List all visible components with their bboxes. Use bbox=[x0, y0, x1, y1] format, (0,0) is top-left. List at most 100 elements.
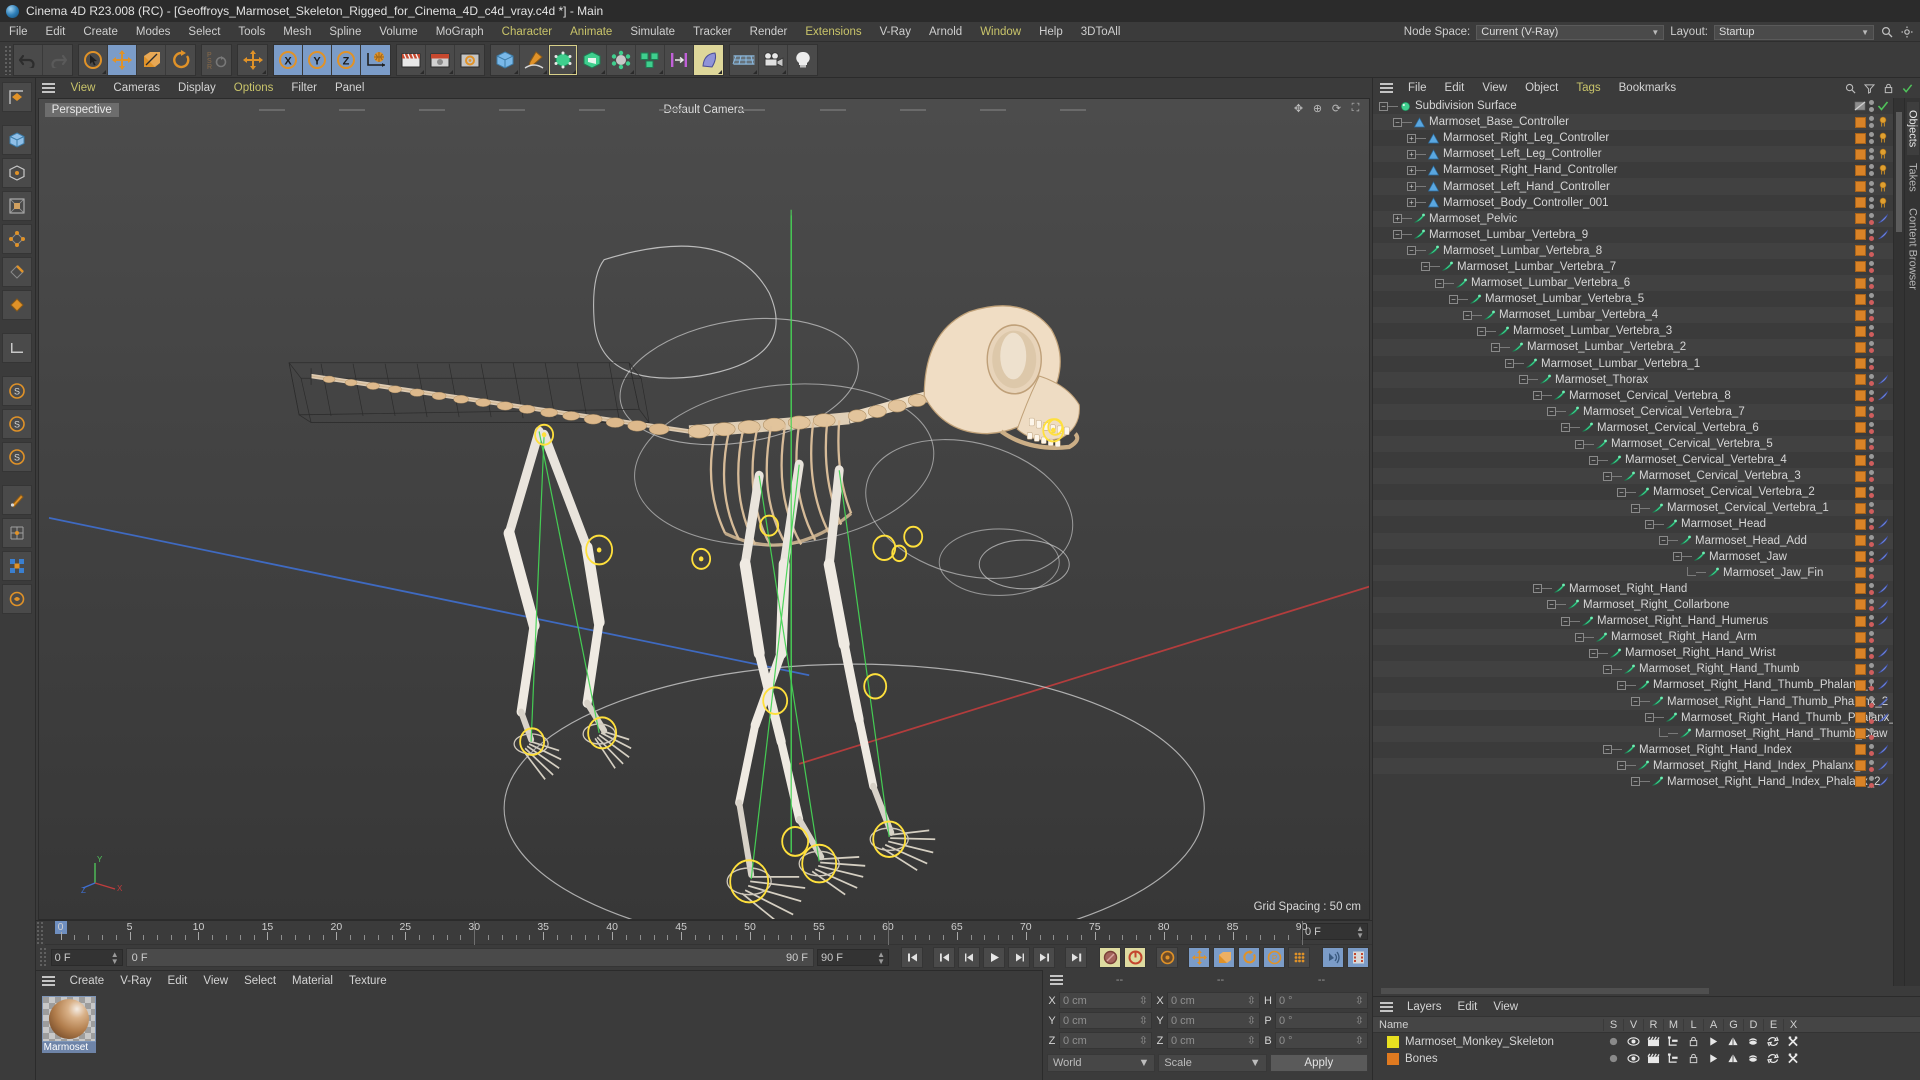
current-frame-field[interactable]: 0 F ▲ ▼ bbox=[1301, 923, 1368, 940]
editor-visibility-dot[interactable] bbox=[1869, 341, 1875, 347]
joint-tag-icon[interactable] bbox=[1877, 696, 1889, 708]
layer-color-swatch[interactable] bbox=[1855, 679, 1867, 691]
expressions-icon[interactable] bbox=[1763, 1053, 1783, 1064]
tab-content-browser[interactable]: Content Browser bbox=[1907, 200, 1919, 298]
render-visibility-dot[interactable] bbox=[1869, 493, 1875, 499]
expand-toggle[interactable]: + bbox=[1407, 198, 1416, 208]
spinner-icon[interactable]: ⇳ bbox=[1139, 1034, 1148, 1047]
layer-color-swatch[interactable] bbox=[1855, 325, 1867, 337]
layer-color-swatch[interactable] bbox=[1855, 486, 1867, 498]
no-tag[interactable] bbox=[1877, 728, 1889, 740]
editor-visibility-dot[interactable] bbox=[1869, 325, 1875, 331]
menu-item-volume[interactable]: Volume bbox=[370, 26, 426, 38]
menu-item-view[interactable]: View bbox=[62, 82, 105, 94]
render-visibility-dot[interactable] bbox=[1869, 428, 1875, 434]
render-visibility-dot[interactable] bbox=[1869, 573, 1875, 579]
object-tree-hscrollbar[interactable] bbox=[1373, 986, 1920, 996]
object-name-label[interactable]: Marmoset_Right_Collarbone bbox=[1583, 599, 1729, 611]
visibility-dots[interactable] bbox=[1869, 598, 1875, 611]
lock-icon[interactable] bbox=[1683, 1053, 1703, 1064]
expand-toggle[interactable]: + bbox=[1407, 133, 1416, 143]
menu-item-options[interactable]: Options bbox=[225, 82, 283, 94]
layer-color-swatch[interactable] bbox=[1855, 213, 1867, 225]
check-icon[interactable] bbox=[1900, 81, 1914, 95]
object-tree-row[interactable]: − Marmoset_Right_Hand_Thumb_Phalanx_1 bbox=[1373, 677, 1893, 693]
move-tool-button[interactable] bbox=[108, 44, 137, 75]
object-tree-row[interactable]: − Marmoset_Right_Hand_Thumb bbox=[1373, 661, 1894, 678]
object-name-label[interactable]: Marmoset_Right_Hand_Thumb bbox=[1639, 663, 1799, 675]
viewport-solo-button[interactable] bbox=[2, 551, 33, 581]
editor-visibility-dot[interactable] bbox=[1869, 228, 1875, 234]
visibility-dots[interactable] bbox=[1869, 631, 1875, 644]
object-name-label[interactable]: Marmoset_Pelvic bbox=[1429, 213, 1517, 225]
layer-color-swatch[interactable] bbox=[1855, 132, 1867, 144]
joint-tag-icon[interactable] bbox=[1877, 776, 1889, 788]
render-visibility-dot[interactable] bbox=[1869, 412, 1875, 418]
render-visibility-dot[interactable] bbox=[1869, 139, 1875, 145]
collapse-toggle[interactable]: − bbox=[1589, 455, 1598, 465]
record-rotation-button[interactable] bbox=[1238, 947, 1260, 968]
collapse-toggle[interactable]: − bbox=[1631, 777, 1640, 787]
menu-item-v-ray[interactable]: V-Ray bbox=[871, 26, 920, 38]
visibility-eye-icon[interactable] bbox=[1623, 1036, 1643, 1047]
menu-item-simulate[interactable]: Simulate bbox=[621, 26, 684, 38]
rotation-b-input[interactable]: 0 ° ⇳ bbox=[1275, 1032, 1368, 1049]
editor-visibility-dot[interactable] bbox=[1869, 759, 1875, 765]
filter-icon[interactable] bbox=[1862, 81, 1876, 95]
no-tag[interactable] bbox=[1877, 293, 1889, 305]
object-tree-row[interactable]: − Marmoset_Cervical_Vertebra_8 bbox=[1373, 388, 1893, 404]
layer-color-swatch[interactable] bbox=[1855, 551, 1867, 563]
menu-item-create[interactable]: Create bbox=[74, 26, 127, 38]
no-tag[interactable] bbox=[1877, 486, 1889, 498]
joint-tag-icon[interactable] bbox=[1877, 760, 1889, 772]
editor-visibility-dot[interactable] bbox=[1869, 679, 1875, 685]
points-mode-button[interactable] bbox=[2, 224, 33, 254]
collapse-toggle[interactable]: − bbox=[1589, 648, 1598, 658]
protection-tag-icon[interactable] bbox=[1877, 181, 1889, 193]
editor-visibility-dot[interactable] bbox=[1869, 502, 1875, 508]
object-tree-row[interactable]: − Marmoset_Lumbar_Vertebra_6 bbox=[1373, 275, 1894, 292]
animation-icon[interactable] bbox=[1703, 1053, 1723, 1064]
disabled-swatch-icon[interactable] bbox=[1854, 100, 1866, 112]
object-name-label[interactable]: Marmoset_Cervical_Vertebra_8 bbox=[1569, 390, 1731, 402]
render-visibility-dot[interactable] bbox=[1869, 654, 1875, 660]
editor-visibility-dot[interactable] bbox=[1869, 196, 1875, 202]
collapse-toggle[interactable]: − bbox=[1617, 487, 1626, 497]
spinner-icon[interactable]: ⇳ bbox=[1355, 994, 1364, 1007]
collapse-toggle[interactable]: − bbox=[1617, 680, 1626, 690]
visibility-dots[interactable] bbox=[1869, 727, 1875, 740]
object-name-label[interactable]: Marmoset_Right_Hand_Humerus bbox=[1597, 615, 1768, 627]
sound-button[interactable] bbox=[1322, 947, 1344, 968]
object-name-label[interactable]: Marmoset_Jaw_Fin bbox=[1723, 567, 1823, 579]
collapse-toggle[interactable]: − bbox=[1603, 664, 1612, 674]
layer-color-swatch[interactable] bbox=[1387, 1035, 1399, 1048]
layer-color-swatch[interactable] bbox=[1855, 776, 1867, 788]
object-tree-row[interactable]: − Marmoset_Right_Hand_Humerus bbox=[1373, 613, 1893, 629]
object-name-label[interactable]: Marmoset_Right_Hand bbox=[1569, 583, 1687, 595]
render-visibility-dot[interactable] bbox=[1869, 477, 1875, 483]
render-visibility-dot[interactable] bbox=[1869, 589, 1875, 595]
menu-item-material[interactable]: Material bbox=[284, 975, 341, 987]
transport-drag-handle[interactable] bbox=[38, 947, 48, 968]
layer-name-label[interactable]: Bones bbox=[1405, 1053, 1438, 1065]
editor-visibility-dot[interactable] bbox=[1869, 711, 1875, 717]
no-tag[interactable] bbox=[1877, 277, 1889, 289]
timeline-ruler[interactable]: 051015202530354045505560657075808590 bbox=[54, 921, 1307, 945]
keyframe-selection-button[interactable] bbox=[1156, 947, 1178, 968]
collapse-toggle[interactable]: − bbox=[1659, 536, 1668, 546]
object-tree-row[interactable]: + Marmoset_Right_Leg_Controller bbox=[1373, 130, 1893, 146]
menu-item-modes[interactable]: Modes bbox=[127, 26, 180, 38]
collapse-toggle[interactable]: − bbox=[1631, 697, 1640, 707]
visibility-dots[interactable] bbox=[1869, 775, 1875, 788]
mograph-cloner-button[interactable] bbox=[607, 44, 636, 75]
editor-visibility-dot[interactable] bbox=[1869, 100, 1875, 106]
object-name-label[interactable]: Marmoset_Lumbar_Vertebra_9 bbox=[1429, 229, 1588, 241]
layer-manager-hamburger-icon[interactable] bbox=[1376, 998, 1396, 1016]
no-tag[interactable] bbox=[1877, 261, 1889, 273]
menu-item-select[interactable]: Select bbox=[179, 26, 229, 38]
object-tree-row[interactable]: − Marmoset_Lumbar_Vertebra_3 bbox=[1373, 323, 1893, 339]
menu-item-view[interactable]: View bbox=[195, 975, 236, 987]
visibility-dots[interactable] bbox=[1869, 663, 1875, 676]
layer-color-swatch[interactable] bbox=[1855, 341, 1867, 353]
render-visibility-dot[interactable] bbox=[1869, 525, 1875, 531]
